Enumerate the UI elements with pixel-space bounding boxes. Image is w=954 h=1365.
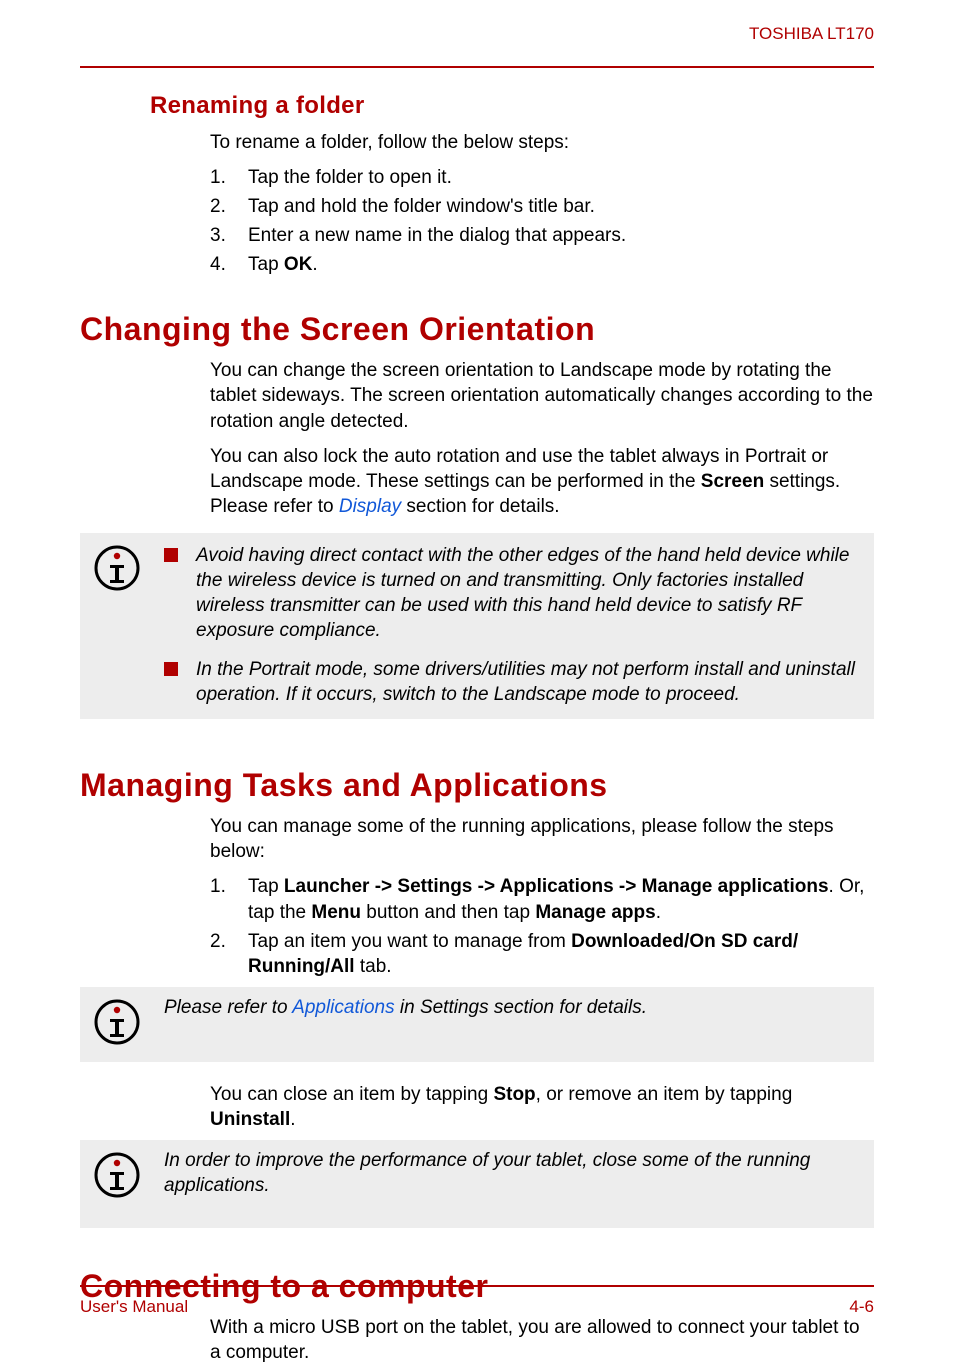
bold-text: Manage apps [535,902,655,923]
note-content: Avoid having direct contact with the oth… [164,541,860,707]
screen-orientation-body: You can change the screen orientation to… [210,358,874,518]
page-header: TOSHIBA LT170 [80,24,874,68]
text-part: tab. [355,956,392,977]
connecting-p1: With a micro USB port on the tablet, you… [210,1315,874,1365]
text-part: button and then tap [361,902,535,923]
bold-text: Launcher -> Settings -> Applications -> … [284,876,829,897]
text-part: in Settings section for details. [395,997,647,1018]
bold-text: Menu [311,902,361,923]
square-bullet-icon [164,548,178,562]
list-number: 1. [210,165,248,190]
heading-screen-orientation: Changing the Screen Orientation [80,311,874,348]
list-number: 4. [210,252,248,277]
bullet-text: Avoid having direct contact with the oth… [196,543,860,643]
header-brand: TOSHIBA LT170 [80,24,874,48]
link-applications[interactable]: Applications [292,997,394,1018]
list-item: 3. Enter a new name in the dialog that a… [210,223,874,248]
renaming-intro: To rename a folder, follow the below ste… [210,130,874,155]
list-number: 1. [210,874,248,924]
managing-p2: You can close an item by tapping Stop, o… [210,1082,874,1132]
link-display[interactable]: Display [339,496,401,517]
list-item: 1. Tap Launcher -> Settings -> Applicati… [210,874,874,924]
note-content: In order to improve the performance of y… [164,1148,860,1216]
info-icon [94,541,146,707]
heading-renaming-folder: Renaming a folder [150,92,874,120]
bold-text: Uninstall [210,1109,290,1130]
text-part: . [656,902,661,923]
list-number: 3. [210,223,248,248]
list-text: Tap OK. [248,252,874,277]
list-text: Tap Launcher -> Settings -> Applications… [248,874,874,924]
list-text: Enter a new name in the dialog that appe… [248,223,874,248]
list-item: 2. Tap an item you want to manage from D… [210,929,874,979]
note-box-performance: In order to improve the performance of y… [80,1140,874,1228]
info-icon [94,995,146,1050]
text-part: Please refer to [164,997,292,1018]
list-item: 2. Tap and hold the folder window's titl… [210,194,874,219]
bullet-item: Avoid having direct contact with the oth… [164,543,860,643]
connecting-body: With a micro USB port on the tablet, you… [210,1315,874,1365]
list-text: Tap and hold the folder window's title b… [248,194,874,219]
list-text: Tap an item you want to manage from Down… [248,929,874,979]
managing-p2-block: You can close an item by tapping Stop, o… [210,1082,874,1132]
managing-tasks-body: You can manage some of the running appli… [210,814,874,978]
heading-managing-tasks: Managing Tasks and Applications [80,767,874,804]
text-part: section for details. [401,496,559,517]
list-item: 4. Tap OK. [210,252,874,277]
text-part: . [312,254,317,275]
footer-right: 4-6 [849,1297,874,1317]
list-item: 1. Tap the folder to open it. [210,165,874,190]
text-part: , or remove an item by tapping [536,1084,793,1105]
text-part: . [290,1109,295,1130]
renaming-folder-body: To rename a folder, follow the below ste… [210,130,874,277]
bold-text: OK [284,254,313,275]
header-rule [80,66,874,68]
page: TOSHIBA LT170 Renaming a folder To renam… [0,0,954,1345]
bullet-text: In the Portrait mode, some drivers/utili… [196,657,860,707]
text-part: You can close an item by tapping [210,1084,493,1105]
managing-p1: You can manage some of the running appli… [210,814,874,864]
bullet-item: In the Portrait mode, some drivers/utili… [164,657,860,707]
list-number: 2. [210,194,248,219]
info-icon [94,1148,146,1216]
managing-steps: 1. Tap Launcher -> Settings -> Applicati… [210,874,874,978]
orientation-p2: You can also lock the auto rotation and … [210,444,874,519]
bold-text: Stop [493,1084,535,1105]
bold-text: Screen [701,471,764,492]
note-box-orientation: Avoid having direct contact with the oth… [80,533,874,719]
text-part: Tap [248,254,284,275]
text-part: Tap [248,876,284,897]
list-text: Tap the folder to open it. [248,165,874,190]
orientation-p1: You can change the screen orientation to… [210,358,874,433]
footer-left: User's Manual [80,1297,188,1317]
page-footer: User's Manual 4-6 [80,1285,874,1317]
text-part: Tap an item you want to manage from [248,931,571,952]
list-number: 2. [210,929,248,979]
note-content: Please refer to Applications in Settings… [164,995,860,1050]
square-bullet-icon [164,662,178,676]
renaming-steps: 1. Tap the folder to open it. 2. Tap and… [210,165,874,277]
note-box-applications: Please refer to Applications in Settings… [80,987,874,1062]
